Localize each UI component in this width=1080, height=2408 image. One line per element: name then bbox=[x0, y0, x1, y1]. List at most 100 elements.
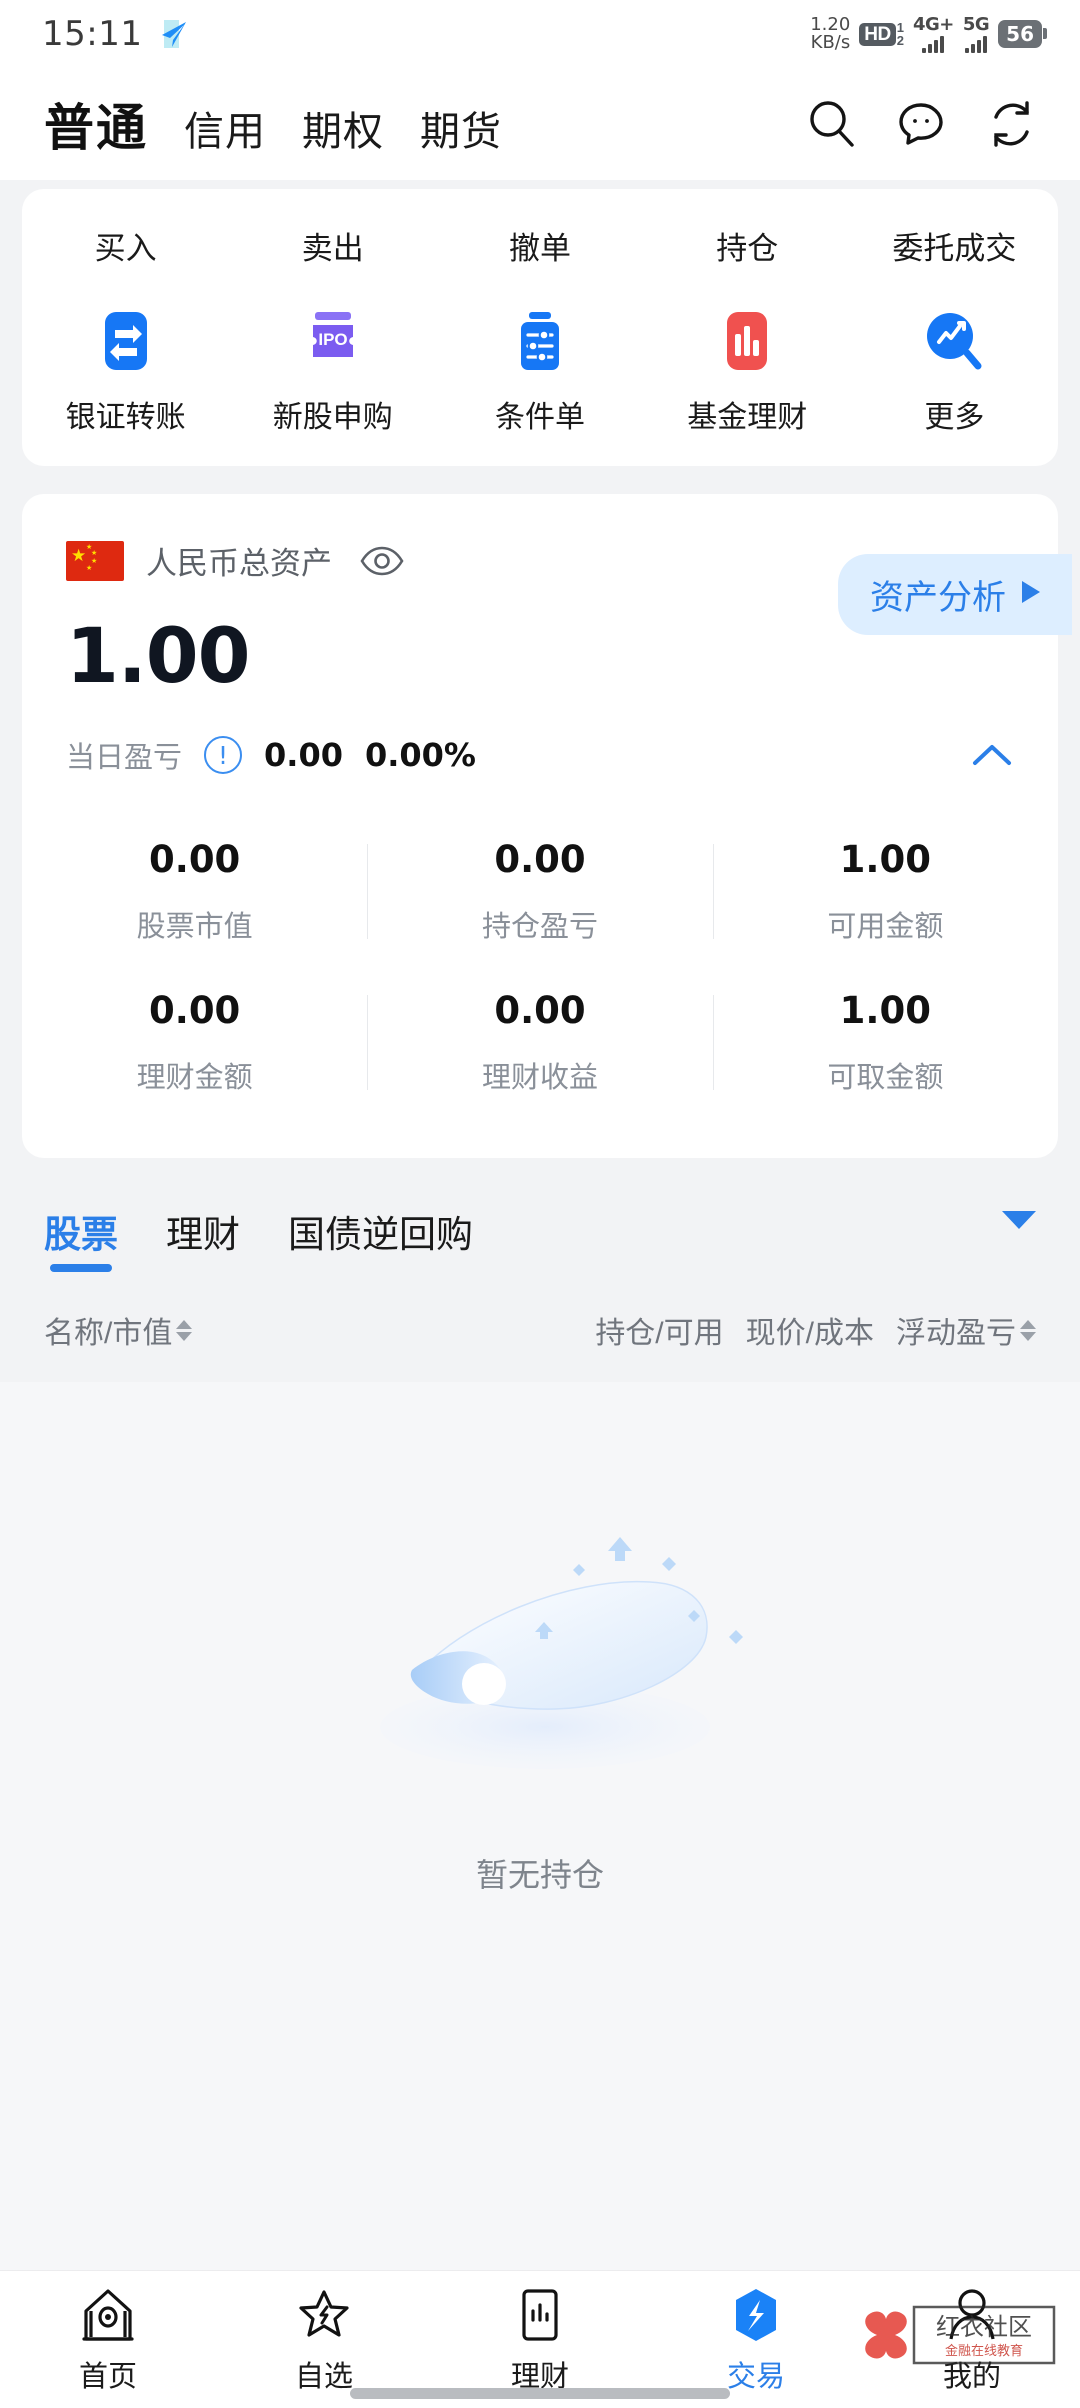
nav-finance[interactable]: 理财 bbox=[432, 2287, 648, 2395]
stat-label: 可用金额 bbox=[827, 911, 944, 943]
tab-xinyong[interactable]: 信用 bbox=[184, 99, 266, 157]
more-search-icon bbox=[923, 310, 985, 372]
daily-pl-amount: 0.00 bbox=[264, 736, 343, 774]
asset-title: 人民币总资产 bbox=[146, 546, 332, 581]
asset-analysis-button[interactable]: 资产分析 bbox=[838, 554, 1072, 635]
refresh-icon[interactable] bbox=[984, 97, 1038, 151]
asset-summary-card: ★ ★ ★ ★ ★ 人民币总资产 资产分析 1.00 当日盈亏 ! 0.00 0… bbox=[22, 494, 1072, 1158]
stat-stock-value: 0.00 股票市值 bbox=[22, 838, 367, 945]
stat-value: 0.00 bbox=[494, 989, 586, 1032]
info-icon[interactable]: ! bbox=[204, 736, 243, 774]
quick-actions-card: 买入 卖出 撤单 持仓 委托成交 银证转账 IPO 新股申购 条件单 基金理财 … bbox=[22, 189, 1058, 466]
action-sell[interactable]: 卖出 bbox=[229, 223, 436, 268]
daily-pl-percent: 0.00% bbox=[364, 736, 476, 774]
play-arrow-icon bbox=[1020, 579, 1042, 610]
tab-qiquan[interactable]: 期权 bbox=[302, 99, 384, 157]
action-bank-transfer[interactable]: 银证转账 bbox=[22, 310, 229, 436]
cn-flag-icon: ★ ★ ★ ★ ★ bbox=[66, 540, 124, 581]
finance-chart-icon bbox=[512, 2287, 568, 2343]
account-type-tabs: 普通 信用 期权 期货 bbox=[44, 88, 502, 160]
condition-order-icon bbox=[509, 310, 571, 372]
scroll-content: 买入 卖出 撤单 持仓 委托成交 银证转账 IPO 新股申购 条件单 基金理财 … bbox=[0, 180, 1080, 2270]
daily-pl-row: 当日盈亏 ! 0.00 0.00% bbox=[22, 734, 1058, 776]
stat-label: 股票市值 bbox=[136, 911, 253, 943]
action-conditional-order[interactable]: 条件单 bbox=[436, 310, 643, 436]
stats-row: 0.00 理财金额 0.00 理财收益 1.00 可取金额 bbox=[22, 967, 1058, 1118]
col-name-value[interactable]: 名称/市值 bbox=[44, 1308, 193, 1352]
hd-label: HD bbox=[859, 22, 896, 46]
nav-profile[interactable]: 我的 红衣社区 金融在线教育 bbox=[864, 2287, 1080, 2395]
asset-analysis-label: 资产分析 bbox=[870, 579, 1006, 617]
gesture-bar bbox=[350, 2388, 730, 2399]
action-holdings[interactable]: 持仓 bbox=[644, 223, 851, 268]
home-icon bbox=[80, 2287, 136, 2343]
search-icon[interactable] bbox=[804, 97, 858, 151]
header-icons bbox=[804, 97, 1038, 151]
col-label: 持仓/可用 bbox=[595, 1317, 724, 1350]
nav-trade[interactable]: 交易 bbox=[648, 2287, 864, 2395]
nav-label: 首页 bbox=[78, 2361, 137, 2393]
stat-value: 0.00 bbox=[149, 989, 241, 1032]
stat-label: 持仓盈亏 bbox=[481, 911, 598, 943]
action-label: 基金理财 bbox=[687, 401, 808, 434]
app-screen: 15:11 1.20 KB/s HD 1 2 4G+ 5G 56 普通 信用 期… bbox=[0, 0, 1080, 2408]
nav-label: 自选 bbox=[294, 2361, 353, 2393]
nav-label: 我的 bbox=[942, 2361, 1001, 2393]
daily-pl-label: 当日盈亏 bbox=[66, 742, 183, 774]
stat-label: 可取金额 bbox=[827, 1062, 944, 1094]
tab-qihuo[interactable]: 期货 bbox=[420, 99, 502, 157]
profile-icon bbox=[944, 2287, 1000, 2343]
stat-wealth-amount: 0.00 理财金额 bbox=[22, 989, 367, 1096]
stat-value: 0.00 bbox=[149, 838, 241, 881]
eye-icon[interactable] bbox=[360, 546, 404, 576]
status-bar: 15:11 1.20 KB/s HD 1 2 4G+ 5G 56 bbox=[0, 0, 1080, 68]
action-buy[interactable]: 买入 bbox=[22, 223, 229, 268]
net-speed-indicator: 1.20 KB/s bbox=[810, 15, 851, 53]
tab-stocks[interactable]: 股票 bbox=[44, 1204, 118, 1272]
stats-row: 0.00 股票市值 0.00 持仓盈亏 1.00 可用金额 bbox=[22, 816, 1058, 967]
positions-column-headers: 名称/市值 持仓/可用 现价/成本 浮动盈亏 bbox=[0, 1272, 1080, 1382]
tab-wealth[interactable]: 理财 bbox=[166, 1204, 240, 1272]
tab-reverse-repo[interactable]: 国债逆回购 bbox=[288, 1204, 473, 1272]
action-fund-wealth[interactable]: 基金理财 bbox=[644, 310, 851, 436]
status-time: 15:11 bbox=[42, 14, 143, 54]
stat-value: 0.00 bbox=[494, 838, 586, 881]
stat-value: 1.00 bbox=[839, 989, 931, 1032]
chat-icon[interactable] bbox=[894, 97, 948, 151]
action-label: 银证转账 bbox=[65, 401, 186, 434]
col-label: 名称/市值 bbox=[44, 1317, 173, 1350]
status-bar-left: 15:11 bbox=[42, 14, 188, 54]
icon-action-row: 银证转账 IPO 新股申购 条件单 基金理财 更多 bbox=[22, 310, 1058, 436]
nav-label: 交易 bbox=[726, 2361, 785, 2393]
nav-watchlist[interactable]: 自选 bbox=[216, 2287, 432, 2395]
net-speed-unit: KB/s bbox=[810, 32, 851, 53]
col-price-cost: 现价/成本 bbox=[746, 1308, 874, 1352]
bottom-navigation: 首页 自选 理财 交易 我的 红衣社区 金融在线教育 bbox=[0, 2270, 1080, 2408]
signal-5g-icon: 5G bbox=[962, 13, 990, 53]
triangle-down-icon[interactable] bbox=[1002, 1211, 1036, 1247]
col-hold-available: 持仓/可用 bbox=[595, 1308, 723, 1352]
stat-value: 1.00 bbox=[839, 838, 931, 881]
action-cancel-order[interactable]: 撤单 bbox=[436, 223, 643, 268]
nav-home[interactable]: 首页 bbox=[0, 2287, 216, 2395]
stat-position-pl: 0.00 持仓盈亏 bbox=[367, 838, 712, 945]
tab-putong[interactable]: 普通 bbox=[44, 88, 148, 160]
col-float-pl[interactable]: 浮动盈亏 bbox=[896, 1308, 1036, 1352]
fund-chart-icon bbox=[716, 310, 778, 372]
action-orders-trades[interactable]: 委托成交 bbox=[851, 223, 1058, 268]
stat-label: 理财收益 bbox=[481, 1062, 598, 1094]
empty-scroll-icon bbox=[320, 1502, 760, 1802]
action-more[interactable]: 更多 bbox=[851, 310, 1058, 436]
empty-state-text: 暂无持仓 bbox=[475, 1857, 604, 1893]
hd-voice-icon: HD 1 2 bbox=[859, 21, 904, 47]
action-ipo-subscription[interactable]: IPO 新股申购 bbox=[229, 310, 436, 436]
chevron-up-icon[interactable] bbox=[970, 741, 1014, 769]
sort-icon bbox=[1020, 1319, 1036, 1341]
empty-state: 暂无持仓 bbox=[0, 1382, 1080, 2270]
stat-available-amount: 1.00 可用金额 bbox=[712, 838, 1058, 945]
status-bar-right: 1.20 KB/s HD 1 2 4G+ 5G 56 bbox=[810, 13, 1047, 53]
app-header: 普通 信用 期权 期货 bbox=[0, 68, 1080, 180]
signal-4g-label: 4G+ bbox=[912, 13, 954, 35]
stat-wealth-income: 0.00 理财收益 bbox=[367, 989, 712, 1096]
signal-5g-label: 5G bbox=[962, 13, 990, 35]
